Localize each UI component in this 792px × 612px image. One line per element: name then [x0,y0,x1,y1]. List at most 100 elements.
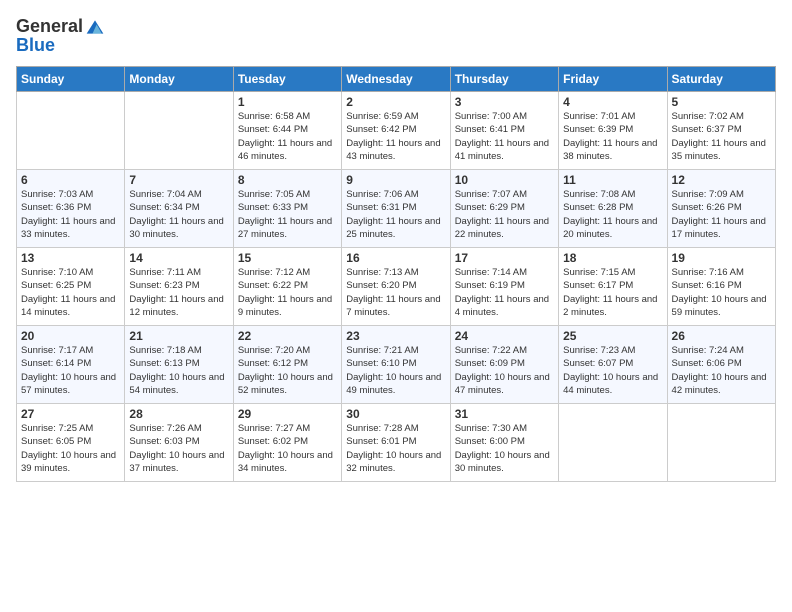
logo-general: General [16,16,83,37]
day-number: 23 [346,329,445,343]
day-number: 10 [455,173,554,187]
calendar-cell: 5Sunrise: 7:02 AMSunset: 6:37 PMDaylight… [667,92,775,170]
day-detail: Sunrise: 7:01 AMSunset: 6:39 PMDaylight:… [563,110,662,163]
logo-blue: Blue [16,35,105,56]
calendar-row: 20Sunrise: 7:17 AMSunset: 6:14 PMDayligh… [17,326,776,404]
day-detail: Sunrise: 7:20 AMSunset: 6:12 PMDaylight:… [238,344,337,397]
calendar-row: 13Sunrise: 7:10 AMSunset: 6:25 PMDayligh… [17,248,776,326]
day-detail: Sunrise: 7:05 AMSunset: 6:33 PMDaylight:… [238,188,337,241]
header-row: SundayMondayTuesdayWednesdayThursdayFrid… [17,67,776,92]
header-cell: Sunday [17,67,125,92]
day-number: 2 [346,95,445,109]
calendar-cell: 25Sunrise: 7:23 AMSunset: 6:07 PMDayligh… [559,326,667,404]
day-detail: Sunrise: 7:23 AMSunset: 6:07 PMDaylight:… [563,344,662,397]
calendar-cell: 11Sunrise: 7:08 AMSunset: 6:28 PMDayligh… [559,170,667,248]
day-detail: Sunrise: 7:30 AMSunset: 6:00 PMDaylight:… [455,422,554,475]
calendar-cell [125,92,233,170]
calendar-cell: 31Sunrise: 7:30 AMSunset: 6:00 PMDayligh… [450,404,558,482]
calendar-cell: 21Sunrise: 7:18 AMSunset: 6:13 PMDayligh… [125,326,233,404]
calendar-cell [667,404,775,482]
calendar-table: SundayMondayTuesdayWednesdayThursdayFrid… [16,66,776,482]
day-number: 26 [672,329,771,343]
calendar-cell: 12Sunrise: 7:09 AMSunset: 6:26 PMDayligh… [667,170,775,248]
calendar-row: 6Sunrise: 7:03 AMSunset: 6:36 PMDaylight… [17,170,776,248]
calendar-cell: 28Sunrise: 7:26 AMSunset: 6:03 PMDayligh… [125,404,233,482]
calendar-cell: 3Sunrise: 7:00 AMSunset: 6:41 PMDaylight… [450,92,558,170]
page: General Blue SundayMondayTuesdayWednesda… [0,0,792,612]
day-number: 9 [346,173,445,187]
calendar-cell: 8Sunrise: 7:05 AMSunset: 6:33 PMDaylight… [233,170,341,248]
day-number: 19 [672,251,771,265]
day-number: 21 [129,329,228,343]
day-detail: Sunrise: 7:11 AMSunset: 6:23 PMDaylight:… [129,266,228,319]
day-detail: Sunrise: 7:13 AMSunset: 6:20 PMDaylight:… [346,266,445,319]
calendar-cell: 10Sunrise: 7:07 AMSunset: 6:29 PMDayligh… [450,170,558,248]
day-number: 27 [21,407,120,421]
calendar-cell: 6Sunrise: 7:03 AMSunset: 6:36 PMDaylight… [17,170,125,248]
calendar-row: 27Sunrise: 7:25 AMSunset: 6:05 PMDayligh… [17,404,776,482]
day-number: 7 [129,173,228,187]
day-detail: Sunrise: 7:17 AMSunset: 6:14 PMDaylight:… [21,344,120,397]
calendar-cell: 1Sunrise: 6:58 AMSunset: 6:44 PMDaylight… [233,92,341,170]
day-number: 13 [21,251,120,265]
day-detail: Sunrise: 7:25 AMSunset: 6:05 PMDaylight:… [21,422,120,475]
day-detail: Sunrise: 7:26 AMSunset: 6:03 PMDaylight:… [129,422,228,475]
day-detail: Sunrise: 7:00 AMSunset: 6:41 PMDaylight:… [455,110,554,163]
header-cell: Wednesday [342,67,450,92]
calendar-cell [17,92,125,170]
header-cell: Tuesday [233,67,341,92]
day-detail: Sunrise: 7:08 AMSunset: 6:28 PMDaylight:… [563,188,662,241]
day-detail: Sunrise: 6:59 AMSunset: 6:42 PMDaylight:… [346,110,445,163]
day-detail: Sunrise: 7:09 AMSunset: 6:26 PMDaylight:… [672,188,771,241]
day-detail: Sunrise: 7:22 AMSunset: 6:09 PMDaylight:… [455,344,554,397]
calendar-cell: 15Sunrise: 7:12 AMSunset: 6:22 PMDayligh… [233,248,341,326]
day-detail: Sunrise: 7:16 AMSunset: 6:16 PMDaylight:… [672,266,771,319]
day-number: 28 [129,407,228,421]
day-number: 18 [563,251,662,265]
day-number: 25 [563,329,662,343]
day-detail: Sunrise: 7:12 AMSunset: 6:22 PMDaylight:… [238,266,337,319]
day-detail: Sunrise: 7:07 AMSunset: 6:29 PMDaylight:… [455,188,554,241]
calendar-cell: 24Sunrise: 7:22 AMSunset: 6:09 PMDayligh… [450,326,558,404]
calendar-cell: 30Sunrise: 7:28 AMSunset: 6:01 PMDayligh… [342,404,450,482]
calendar-cell: 14Sunrise: 7:11 AMSunset: 6:23 PMDayligh… [125,248,233,326]
day-detail: Sunrise: 7:03 AMSunset: 6:36 PMDaylight:… [21,188,120,241]
day-detail: Sunrise: 7:04 AMSunset: 6:34 PMDaylight:… [129,188,228,241]
day-number: 31 [455,407,554,421]
day-number: 22 [238,329,337,343]
day-number: 3 [455,95,554,109]
day-detail: Sunrise: 7:18 AMSunset: 6:13 PMDaylight:… [129,344,228,397]
header: General Blue [16,16,776,56]
header-cell: Friday [559,67,667,92]
day-number: 12 [672,173,771,187]
calendar-cell: 18Sunrise: 7:15 AMSunset: 6:17 PMDayligh… [559,248,667,326]
day-detail: Sunrise: 7:10 AMSunset: 6:25 PMDaylight:… [21,266,120,319]
calendar-cell: 17Sunrise: 7:14 AMSunset: 6:19 PMDayligh… [450,248,558,326]
day-detail: Sunrise: 7:14 AMSunset: 6:19 PMDaylight:… [455,266,554,319]
header-cell: Thursday [450,67,558,92]
logo: General Blue [16,16,105,56]
day-detail: Sunrise: 7:02 AMSunset: 6:37 PMDaylight:… [672,110,771,163]
day-number: 4 [563,95,662,109]
day-number: 14 [129,251,228,265]
day-detail: Sunrise: 6:58 AMSunset: 6:44 PMDaylight:… [238,110,337,163]
day-number: 1 [238,95,337,109]
day-number: 24 [455,329,554,343]
day-number: 16 [346,251,445,265]
calendar-cell: 2Sunrise: 6:59 AMSunset: 6:42 PMDaylight… [342,92,450,170]
calendar-cell: 13Sunrise: 7:10 AMSunset: 6:25 PMDayligh… [17,248,125,326]
day-detail: Sunrise: 7:28 AMSunset: 6:01 PMDaylight:… [346,422,445,475]
day-detail: Sunrise: 7:24 AMSunset: 6:06 PMDaylight:… [672,344,771,397]
calendar-row: 1Sunrise: 6:58 AMSunset: 6:44 PMDaylight… [17,92,776,170]
calendar-cell: 19Sunrise: 7:16 AMSunset: 6:16 PMDayligh… [667,248,775,326]
calendar-cell: 4Sunrise: 7:01 AMSunset: 6:39 PMDaylight… [559,92,667,170]
calendar-cell: 27Sunrise: 7:25 AMSunset: 6:05 PMDayligh… [17,404,125,482]
day-detail: Sunrise: 7:21 AMSunset: 6:10 PMDaylight:… [346,344,445,397]
logo-icon [85,17,105,37]
calendar-cell: 23Sunrise: 7:21 AMSunset: 6:10 PMDayligh… [342,326,450,404]
day-number: 5 [672,95,771,109]
calendar-cell [559,404,667,482]
header-cell: Monday [125,67,233,92]
day-number: 6 [21,173,120,187]
day-number: 11 [563,173,662,187]
